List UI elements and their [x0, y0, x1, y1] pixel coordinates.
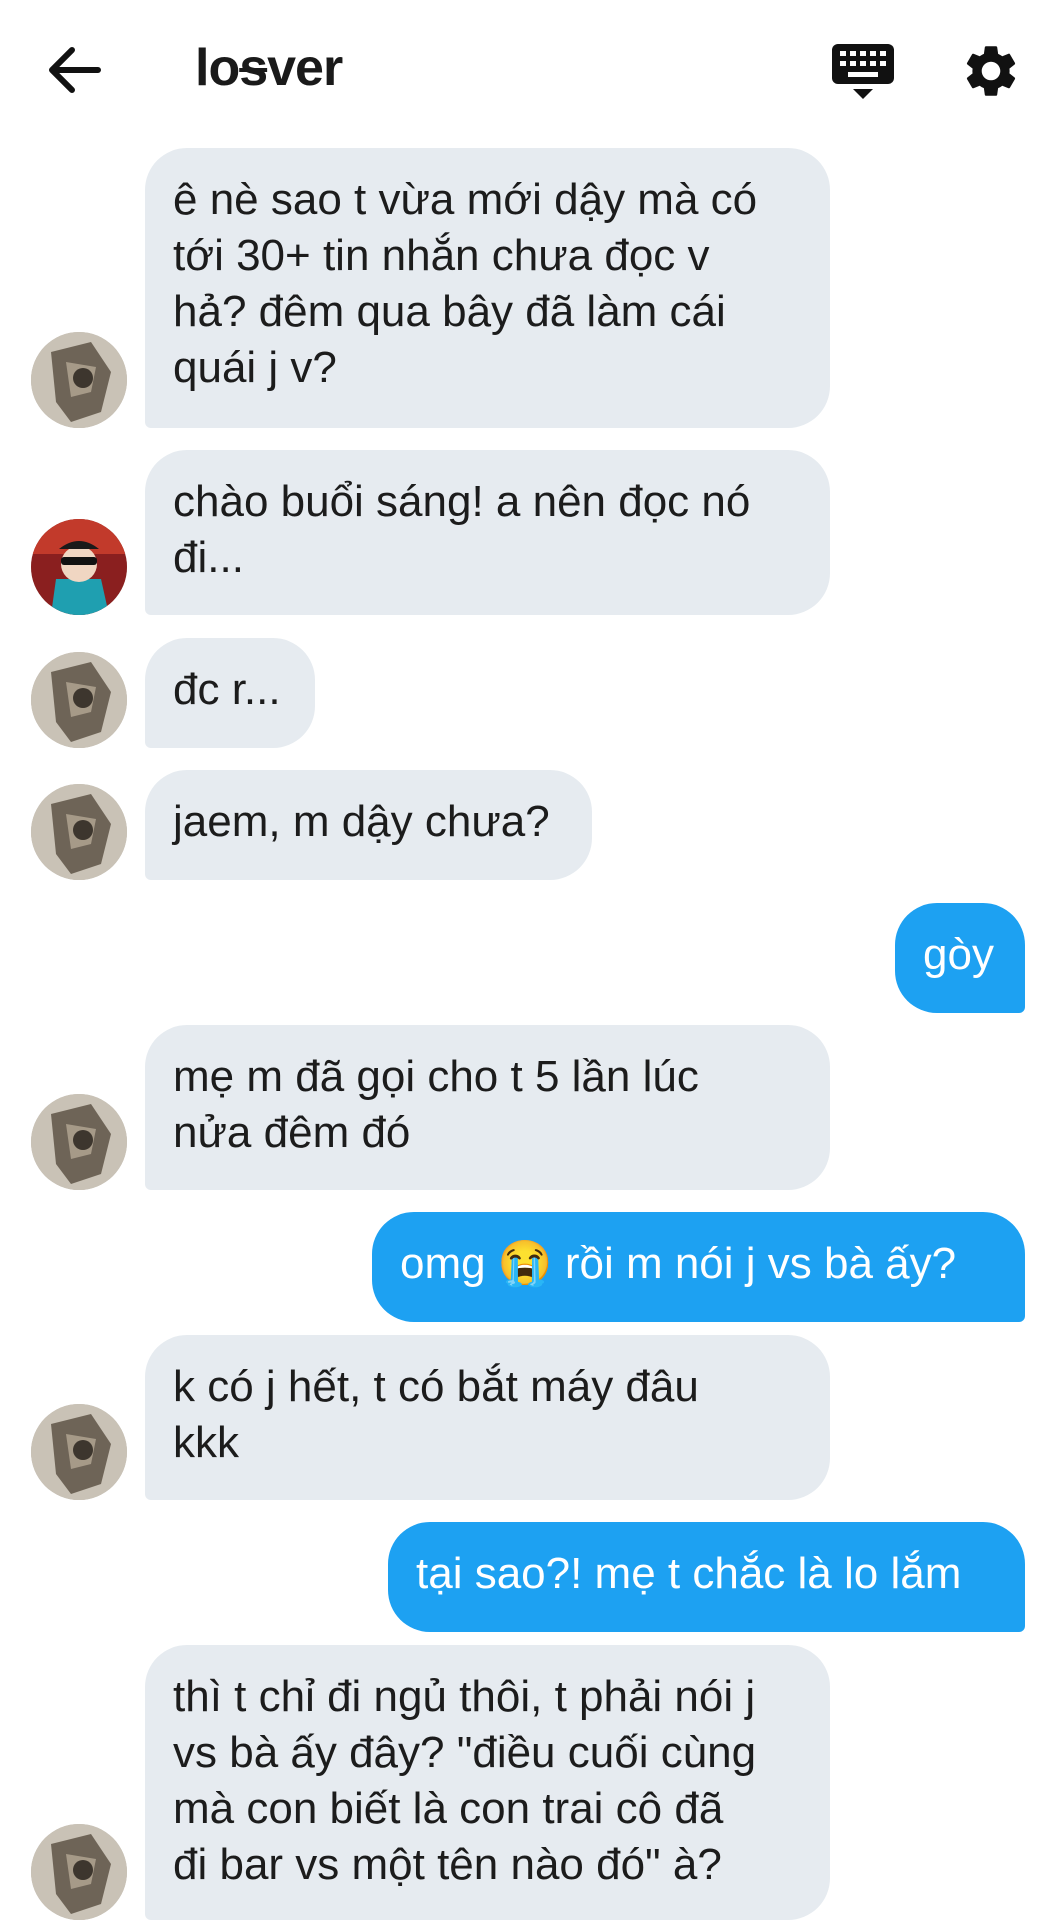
- avatar[interactable]: [31, 784, 127, 880]
- message-outgoing[interactable]: tại sao?! mẹ t chắc là lo lắm: [388, 1522, 1025, 1632]
- message-incoming[interactable]: jaem, m dậy chưa?: [145, 770, 592, 880]
- settings-button[interactable]: [960, 40, 1022, 102]
- gear-icon: [966, 46, 1016, 96]
- message-incoming[interactable]: k có j hết, t có bắt máy đâu kkk: [145, 1335, 830, 1500]
- title-part: lo: [195, 39, 240, 97]
- keyboard-icon: [832, 44, 894, 99]
- chat-header: losver: [0, 0, 1051, 140]
- message-outgoing[interactable]: gòy: [895, 903, 1025, 1013]
- message-incoming[interactable]: đc r...: [145, 638, 315, 748]
- message-incoming[interactable]: chào buổi sáng! a nên đọc nó đi...: [145, 450, 830, 615]
- keyboard-button[interactable]: [828, 40, 898, 102]
- message-outgoing[interactable]: omg 😭 rồi m nói j vs bà ấy?: [372, 1212, 1025, 1322]
- title-part-strikethrough: s: [239, 39, 268, 97]
- avatar[interactable]: [31, 332, 127, 428]
- message-incoming[interactable]: thì t chỉ đi ngủ thôi, t phải nói j vs b…: [145, 1645, 830, 1920]
- avatar[interactable]: [31, 652, 127, 748]
- avatar[interactable]: [31, 1094, 127, 1190]
- message-incoming[interactable]: ê nè sao t vừa mới dậy mà có tới 30+ tin…: [145, 148, 830, 428]
- back-button[interactable]: [44, 40, 108, 100]
- conversation-title: losver: [195, 38, 343, 98]
- title-part: ver: [267, 39, 343, 97]
- arrow-left-icon: [49, 47, 101, 93]
- avatar[interactable]: [31, 1404, 127, 1500]
- message-incoming[interactable]: mẹ m đã gọi cho t 5 lần lúc nửa đêm đó: [145, 1025, 830, 1190]
- avatar[interactable]: [31, 519, 127, 615]
- avatar[interactable]: [31, 1824, 127, 1920]
